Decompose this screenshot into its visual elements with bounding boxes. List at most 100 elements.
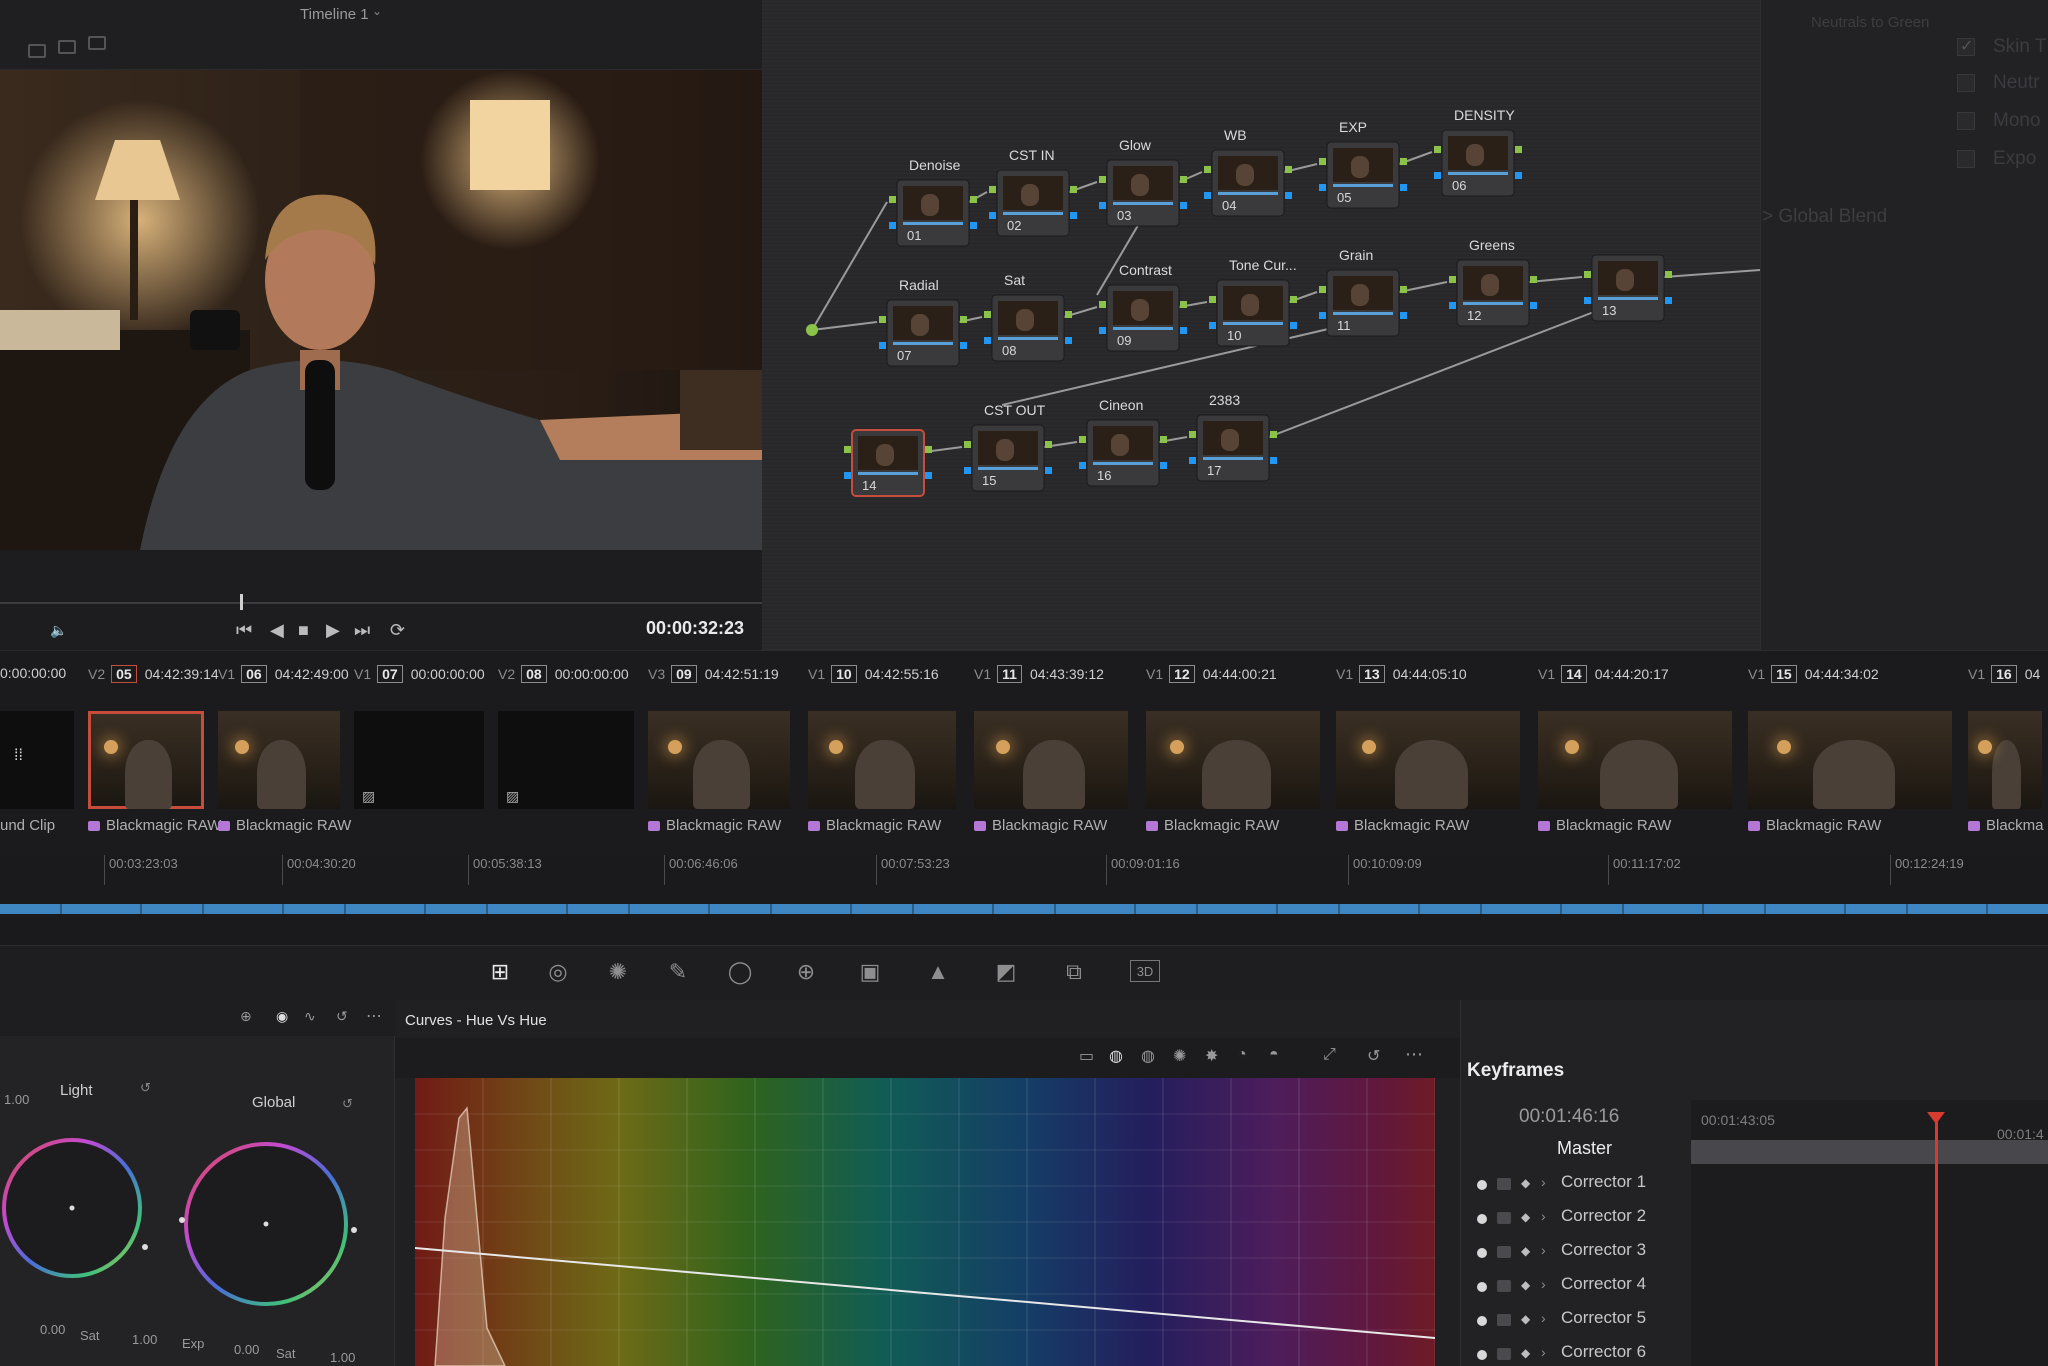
key-output[interactable]: [1070, 212, 1077, 219]
color-node[interactable]: CST OUT 15: [964, 402, 1052, 492]
single-viewer-icon[interactable]: [28, 44, 46, 58]
keyframe-diamond-icon[interactable]: ◆: [1521, 1312, 1530, 1326]
lum-vs-sat-icon[interactable]: ✸: [1205, 1046, 1218, 1066]
mono-checkbox[interactable]: [1957, 112, 1975, 130]
timeline-clip[interactable]: V3 09 04:42:51:19 Blackmagic RAW: [648, 665, 796, 855]
key-output[interactable]: [1290, 322, 1297, 329]
key-input[interactable]: [964, 467, 971, 474]
rgb-output[interactable]: [1665, 271, 1672, 278]
stop-icon[interactable]: ■: [298, 620, 309, 641]
key-output[interactable]: [1045, 467, 1052, 474]
key-input[interactable]: [1079, 462, 1086, 469]
key-input[interactable]: [1099, 202, 1106, 209]
rgb-input[interactable]: [1319, 158, 1326, 165]
key-input[interactable]: [889, 222, 896, 229]
key-output[interactable]: [970, 222, 977, 229]
lock-icon[interactable]: [1497, 1280, 1511, 1292]
timeline-clip[interactable]: V1 16 04 Blackma: [1968, 665, 2048, 855]
key-input[interactable]: [1584, 297, 1591, 304]
key-output[interactable]: [1530, 302, 1537, 309]
key-input[interactable]: [1204, 192, 1211, 199]
enable-dot-icon[interactable]: [1477, 1248, 1487, 1258]
reset-icon[interactable]: ↺: [336, 1008, 348, 1025]
key-icon[interactable]: ◩: [992, 958, 1020, 986]
qualifier-icon[interactable]: ✺: [604, 958, 632, 986]
rgb-input[interactable]: [1209, 296, 1216, 303]
master-track[interactable]: [1691, 1140, 2048, 1164]
enable-dot-icon[interactable]: [1477, 1282, 1487, 1292]
color-node[interactable]: Contrast 09: [1099, 262, 1187, 352]
curves-icon[interactable]: ⊞: [486, 958, 514, 986]
timeline-clip[interactable]: V2 08 00:00:00:00 ▨: [498, 665, 640, 855]
key-input[interactable]: [1319, 184, 1326, 191]
keyframe-diamond-icon[interactable]: ◆: [1521, 1176, 1530, 1190]
3d-icon[interactable]: 3D: [1130, 960, 1160, 982]
corrector-row[interactable]: ◆ › Corrector 3: [1477, 1240, 1687, 1272]
color-node[interactable]: Greens 12: [1449, 237, 1537, 327]
keyframe-diamond-icon[interactable]: ◆: [1521, 1278, 1530, 1292]
sat-vs-lum-icon[interactable]: ◓: [1269, 1046, 1279, 1064]
rgb-output[interactable]: [1065, 311, 1072, 318]
clip-thumbnail[interactable]: [1538, 711, 1732, 809]
eyedropper-icon[interactable]: ✎: [664, 958, 692, 986]
clip-thumbnail[interactable]: [648, 711, 790, 809]
blur-icon[interactable]: ▲: [924, 958, 952, 986]
keyframe-playhead[interactable]: [1935, 1118, 1938, 1366]
key-output[interactable]: [1665, 297, 1672, 304]
rgb-output[interactable]: [1180, 176, 1187, 183]
chevron-right-icon[interactable]: ›: [1541, 1276, 1546, 1292]
window-icon[interactable]: ◯: [726, 958, 754, 986]
viewer-frame[interactable]: [0, 70, 762, 550]
rgb-input[interactable]: [844, 446, 851, 453]
tracker-icon[interactable]: ⊕: [792, 958, 820, 986]
hue-vs-sat-icon[interactable]: ◍: [1141, 1046, 1155, 1066]
enable-dot-icon[interactable]: [1477, 1180, 1487, 1190]
global-blend-section[interactable]: > Global Blend: [1762, 206, 1887, 228]
key-output[interactable]: [1065, 337, 1072, 344]
clip-thumbnail[interactable]: [88, 711, 204, 809]
rgb-input[interactable]: [964, 441, 971, 448]
expand-icon[interactable]: ⤢: [1323, 1046, 1336, 1064]
corrector-row[interactable]: ◆ › Corrector 2: [1477, 1206, 1687, 1238]
rgb-output[interactable]: [1400, 286, 1407, 293]
enable-dot-icon[interactable]: [1477, 1316, 1487, 1326]
gallery-view-icon[interactable]: [88, 36, 106, 50]
color-node[interactable]: Tone Cur... 10: [1209, 257, 1297, 347]
key-input[interactable]: [1099, 327, 1106, 334]
timeline-clip[interactable]: V1 10 04:42:55:16 Blackmagic RAW: [808, 665, 962, 855]
clip-thumbnail[interactable]: [1146, 711, 1320, 809]
key-output[interactable]: [1285, 192, 1292, 199]
key-input[interactable]: [1319, 312, 1326, 319]
key-input[interactable]: [1189, 457, 1196, 464]
color-node[interactable]: Cineon 16: [1079, 397, 1167, 487]
key-output[interactable]: [925, 472, 932, 479]
chevron-right-icon[interactable]: ›: [1541, 1174, 1546, 1190]
volume-icon[interactable]: 🔈: [50, 622, 67, 639]
timeline-clip[interactable]: V1 12 04:44:00:21 Blackmagic RAW: [1146, 665, 1326, 855]
key-input[interactable]: [984, 337, 991, 344]
timeline-clip[interactable]: V2 05 04:42:39:14 Blackmagic RAW: [88, 665, 221, 855]
input-connector[interactable]: [806, 324, 818, 336]
rgb-input[interactable]: [984, 311, 991, 318]
timeline-track[interactable]: [0, 890, 2048, 945]
waveform-icon[interactable]: ∿: [304, 1008, 316, 1025]
loop-icon[interactable]: ⟳: [390, 620, 405, 641]
key-output[interactable]: [1180, 327, 1187, 334]
color-node[interactable]: DENSITY 06: [1434, 107, 1522, 197]
sat-vs-sat-icon[interactable]: ◔: [1237, 1046, 1247, 1064]
rgb-input[interactable]: [889, 196, 896, 203]
rgb-output[interactable]: [970, 196, 977, 203]
key-input[interactable]: [879, 342, 886, 349]
custom-curve-icon[interactable]: ▭: [1079, 1046, 1094, 1066]
rgb-output[interactable]: [1070, 186, 1077, 193]
rgb-output[interactable]: [925, 446, 932, 453]
timeline-clip[interactable]: V1 07 00:00:00:00 ▨: [354, 665, 490, 855]
rgb-input[interactable]: [1584, 271, 1591, 278]
lock-icon[interactable]: [1497, 1314, 1511, 1326]
keyframe-diamond-icon[interactable]: ◆: [1521, 1210, 1530, 1224]
key-output[interactable]: [1400, 184, 1407, 191]
rgb-output[interactable]: [1270, 431, 1277, 438]
playhead-marker-icon[interactable]: [1927, 1112, 1945, 1124]
key-input[interactable]: [1434, 172, 1441, 179]
node-graph[interactable]: Denoise 01 CST IN 02 Glow 03 WB 04 EXP 05 DENSITY 0…: [762, 0, 1760, 650]
